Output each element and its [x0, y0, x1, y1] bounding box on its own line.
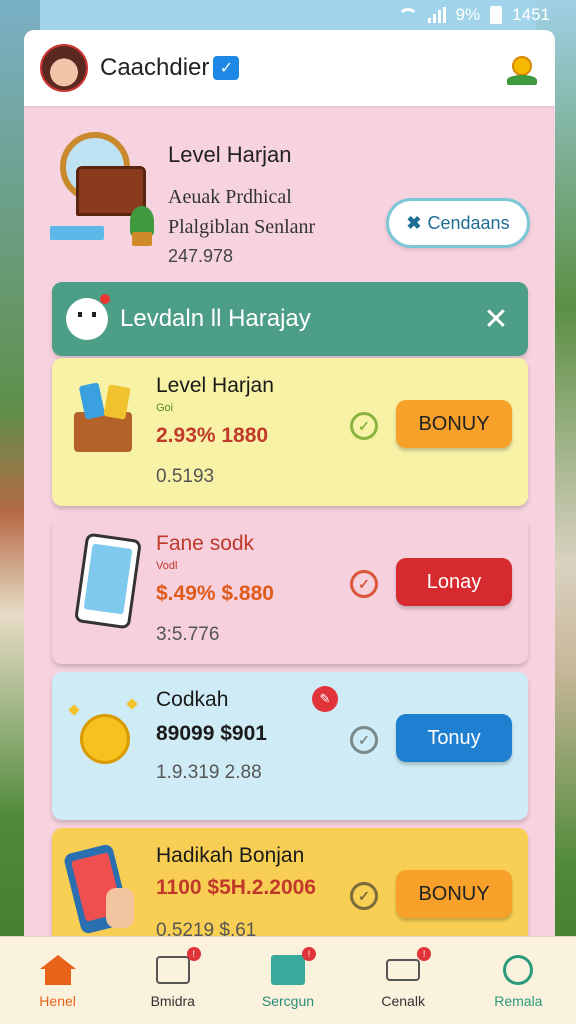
home-icon: [39, 953, 76, 987]
card-action-button[interactable]: BONUY: [396, 870, 512, 918]
mascot-icon: [66, 294, 110, 340]
shopping-basket-icon: [66, 378, 142, 468]
wifi-icon: [397, 8, 418, 22]
card-price: 2.93% 1880: [156, 424, 269, 447]
card-subvalue: 0.5193: [156, 466, 215, 487]
card-tag: Vodl: [156, 560, 178, 572]
app-header: Caachdier ✓: [24, 30, 555, 106]
close-icon[interactable]: ✕: [478, 302, 514, 337]
banner-text: Levdaln ll Harajay: [120, 305, 311, 332]
notification-dot: !: [301, 946, 316, 961]
card-price: 89099 $901: [156, 722, 267, 745]
app-title: Caachdier: [100, 54, 210, 81]
card-price: 1100 $5H.2.2006: [156, 876, 316, 899]
bottom-nav: Henel ! Bmidra ! Sercgun ! Cenalk Remala: [0, 936, 576, 1024]
compass-icon: [500, 953, 536, 987]
main-panel: Caachdier ✓ Level Harjan Aeuak Prdhical …: [24, 30, 555, 940]
battery-icon: [490, 6, 503, 24]
avatar[interactable]: [40, 44, 88, 92]
nav-label: Sercgun: [261, 992, 315, 1009]
nav-item-explore[interactable]: Remala: [468, 953, 568, 1009]
notification-dot: !: [417, 946, 432, 961]
games-icon: [155, 953, 191, 987]
treasure-chest-icon: [50, 128, 154, 246]
card-subvalue: 1.9.319 2.88: [156, 762, 262, 783]
battery-percent: 9%: [455, 5, 481, 24]
check-icon: ✓: [350, 570, 378, 598]
hero-number: 247.978: [168, 246, 234, 266]
nav-item-delivery[interactable]: ! Cenalk: [353, 946, 453, 1009]
smartphone-icon: [66, 532, 142, 630]
nav-item-games[interactable]: ! Bmidra: [123, 946, 223, 1009]
phone-in-hand-icon: [62, 843, 142, 938]
hero-action-label: Cendaans: [427, 212, 510, 233]
card-action-button[interactable]: BONUY: [396, 400, 512, 448]
nav-label: Cenalk: [381, 992, 425, 1009]
hero-section: Level Harjan Aeuak Prdhical Plalgiblan S…: [24, 106, 555, 280]
store-icon: [270, 953, 306, 987]
hero-title: Level Harjan: [168, 142, 292, 167]
hero-subtitle: Aeuak Prdhical: [168, 186, 292, 208]
offer-card[interactable]: Level Harjan Goi 2.93% 1880 0.5193 ✓ BON…: [52, 358, 528, 506]
sun-reward-icon[interactable]: [505, 51, 539, 85]
offer-card[interactable]: Codkah ✎ 89099 $901 1.9.319 2.88 ✓ Tonuy: [52, 672, 528, 820]
card-action-button[interactable]: Lonay: [396, 558, 512, 606]
card-title: Codkah: [156, 688, 229, 711]
verified-badge-icon: ✓: [213, 56, 240, 80]
hero-subtitle-2: Plalgiblan Senlanr: [168, 216, 316, 238]
hero-action-button[interactable]: ✖ Cendaans: [386, 198, 530, 248]
card-title: Level Harjan: [156, 374, 274, 397]
card-tag: Goi: [156, 402, 174, 414]
offer-card[interactable]: Fane sodk Vodl $.49% $.880 3:5.776 ✓ Lon…: [52, 516, 528, 664]
check-icon: ✓: [350, 882, 378, 910]
check-icon: ✓: [350, 726, 378, 754]
card-action-button[interactable]: Tonuy: [396, 714, 512, 762]
card-price: $.49% $.880: [156, 582, 274, 605]
card-subvalue: 3:5.776: [156, 624, 220, 645]
nav-label: Bmidra: [150, 992, 195, 1009]
level-banner: Levdaln ll Harajay ✕: [52, 282, 528, 356]
link-icon: ✖: [406, 212, 422, 233]
check-icon: ✓: [350, 412, 378, 440]
notification-dot: !: [186, 946, 201, 961]
delivery-icon: [385, 953, 421, 987]
nav-label: Henel: [39, 992, 76, 1009]
status-bar: 9% 1451: [0, 0, 576, 30]
offer-card[interactable]: Hadikah Bonjan 1100 $5H.2.2006 0.5219 $.…: [52, 828, 528, 940]
nav-label: Remala: [494, 992, 543, 1009]
status-time: 1451: [512, 5, 550, 24]
nav-item-home[interactable]: Henel: [8, 953, 108, 1009]
card-title: Hadikah Bonjan: [156, 844, 305, 867]
nav-item-store[interactable]: ! Sercgun: [238, 946, 338, 1009]
edit-badge-icon[interactable]: ✎: [312, 686, 338, 712]
card-title: Fane sodk: [156, 532, 255, 555]
signal-icon: [427, 7, 446, 23]
star-coin-icon: [66, 692, 142, 782]
